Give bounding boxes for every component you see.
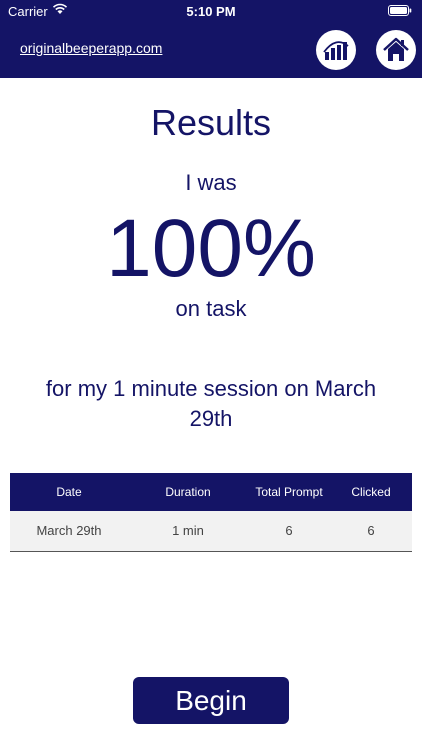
stats-button[interactable] <box>316 30 356 70</box>
results-post-text: on task <box>175 296 247 321</box>
app-header: Carrier 5:10 PM originalbeeperapp.com <box>0 0 422 78</box>
results-title: Results <box>150 102 272 143</box>
site-link[interactable]: originalbeeperapp.com <box>20 40 162 56</box>
cell-clicked: 6 <box>330 511 412 552</box>
cell-total-prompt: 6 <box>248 511 330 552</box>
status-time: 5:10 PM <box>186 4 236 19</box>
begin-button[interactable]: Begin <box>133 677 289 724</box>
header-clicked: Clicked <box>330 473 412 511</box>
header-date: Date <box>10 473 128 511</box>
table-row: March 29th 1 min 6 6 <box>10 511 412 552</box>
table-header-row: Date Duration Total Prompt Clicked <box>10 473 412 511</box>
header-total-prompt: Total Prompt <box>248 473 330 511</box>
cell-duration: 1 min <box>128 511 248 552</box>
cell-date: March 29th <box>10 511 128 552</box>
header-duration: Duration <box>128 473 248 511</box>
results-table: Date Duration Total Prompt Clicked March… <box>10 473 412 552</box>
status-bar: Carrier 5:10 PM <box>0 0 422 22</box>
home-button[interactable] <box>376 30 416 70</box>
on-task-percent: 100% <box>106 203 316 294</box>
results-pre-text: I was <box>185 170 237 195</box>
bar-chart-icon <box>323 41 349 60</box>
session-summary: for my 1 minute session on March 29th <box>45 376 377 431</box>
battery-icon <box>388 5 412 16</box>
home-icon <box>383 37 409 61</box>
